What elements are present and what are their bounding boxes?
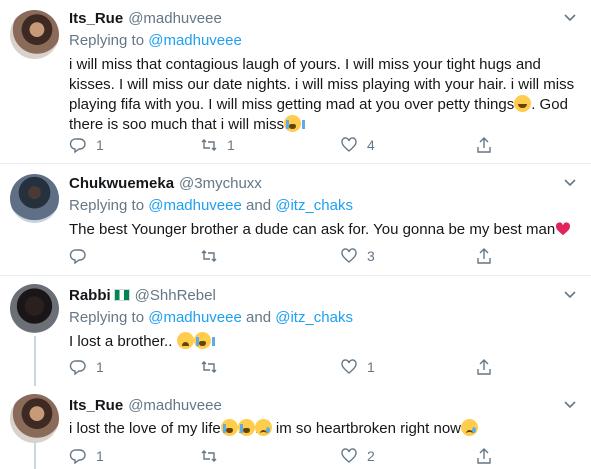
share-icon <box>477 248 491 264</box>
replying-to: Replying to @madhuveee <box>69 32 242 49</box>
display-name[interactable]: Chukwuemeka <box>69 175 174 192</box>
tweet-text: i lost the love of my life im so heartbr… <box>69 419 577 439</box>
retweet-button[interactable] <box>200 446 227 466</box>
tweet-actions: 1 1 4 <box>69 135 509 155</box>
avatar[interactable] <box>10 284 59 333</box>
share-button[interactable] <box>475 135 493 155</box>
user-handle[interactable]: @madhuveee <box>128 10 222 27</box>
heart-icon <box>341 248 357 263</box>
avatar[interactable] <box>10 10 59 59</box>
loudly-crying-face-icon <box>237 419 259 436</box>
chevron-down-icon[interactable] <box>563 175 577 189</box>
like-count: 4 <box>367 137 375 153</box>
tweet-header: Chukwuemeka @3mychuxx <box>69 173 577 193</box>
retweet-icon <box>201 450 217 462</box>
user-handle[interactable]: @ShhRebel <box>135 287 216 304</box>
display-name[interactable]: Its_Rue <box>69 397 123 414</box>
heart-icon <box>341 359 357 374</box>
chevron-down-icon[interactable] <box>563 10 577 24</box>
like-button[interactable]: 1 <box>340 357 375 377</box>
reply-icon <box>69 360 86 376</box>
reply-icon <box>69 138 86 154</box>
nigeria-flag-icon <box>113 289 130 301</box>
like-count: 1 <box>367 359 375 375</box>
tweet-actions: 3 <box>69 246 509 266</box>
share-icon <box>477 448 491 464</box>
tweet-header: Its_Rue @madhuveee <box>69 395 577 415</box>
avatar[interactable] <box>10 174 59 223</box>
like-count: 3 <box>367 248 375 264</box>
heart-icon <box>341 448 357 463</box>
user-handle[interactable]: @madhuveee <box>128 397 222 414</box>
thread-line <box>34 441 36 469</box>
chevron-down-icon[interactable] <box>563 287 577 301</box>
retweet-icon <box>201 250 217 262</box>
mention-link[interactable]: @itz_chaks <box>275 309 353 326</box>
reply-button[interactable] <box>69 246 96 266</box>
share-button[interactable] <box>475 246 493 266</box>
like-count: 2 <box>367 448 375 464</box>
reply-icon <box>69 449 86 465</box>
loudly-crying-face-icon <box>220 419 242 436</box>
crying-face-icon <box>254 419 272 436</box>
reply-button[interactable]: 1 <box>69 135 104 155</box>
reply-icon <box>69 249 86 265</box>
reply-button[interactable]: 1 <box>69 357 104 377</box>
mention-link[interactable]: @madhuveee <box>148 309 242 326</box>
share-button[interactable] <box>475 357 493 377</box>
loudly-crying-face-icon <box>193 332 215 349</box>
like-button[interactable]: 2 <box>340 446 375 466</box>
retweet-button[interactable] <box>200 357 227 377</box>
user-handle[interactable]: @3mychuxx <box>179 175 262 192</box>
display-name[interactable]: Rabbi <box>69 287 111 304</box>
share-button[interactable] <box>475 446 493 466</box>
like-button[interactable]: 3 <box>340 246 375 266</box>
weary-face-icon <box>176 332 194 349</box>
chevron-down-icon[interactable] <box>563 397 577 411</box>
tweet-text: I lost a brother.. <box>69 332 577 352</box>
share-icon <box>477 359 491 375</box>
retweet-button[interactable] <box>200 246 227 266</box>
crying-face-icon <box>461 419 478 436</box>
mention-link[interactable]: @madhuveee <box>148 197 242 214</box>
tweet-header: Rabbi @ShhRebel <box>69 285 577 305</box>
tweet-actions: 1 2 <box>69 446 509 466</box>
like-button[interactable]: 4 <box>340 135 375 155</box>
retweet-icon <box>201 361 217 373</box>
retweet-icon <box>201 139 217 151</box>
tweet-text: i will miss that contagious laugh of you… <box>69 56 575 133</box>
display-name[interactable]: Its_Rue <box>69 10 123 27</box>
reply-button[interactable]: 1 <box>69 446 104 466</box>
reply-count: 1 <box>96 137 104 153</box>
mention-link[interactable]: @madhuveee <box>148 32 242 49</box>
replying-to: Replying to @madhuveee and @itz_chaks <box>69 197 353 214</box>
retweet-count: 1 <box>227 137 235 153</box>
face-with-tears-of-joy-icon <box>514 95 532 112</box>
reply-count: 1 <box>96 359 104 375</box>
tweet-actions: 1 1 <box>69 357 509 377</box>
tweet-text: The best Younger brother a dude can ask … <box>69 220 577 240</box>
avatar[interactable] <box>10 394 59 443</box>
tweet-header: Its_Rue @madhuveee <box>69 8 577 28</box>
replying-to: Replying to @madhuveee and @itz_chaks <box>69 309 353 326</box>
retweet-button[interactable]: 1 <box>200 135 235 155</box>
red-heart-icon <box>556 222 571 236</box>
reply-count: 1 <box>96 448 104 464</box>
mention-link[interactable]: @itz_chaks <box>275 197 353 214</box>
share-icon <box>477 137 491 153</box>
loudly-crying-face-icon <box>284 115 306 132</box>
heart-icon <box>341 137 357 152</box>
